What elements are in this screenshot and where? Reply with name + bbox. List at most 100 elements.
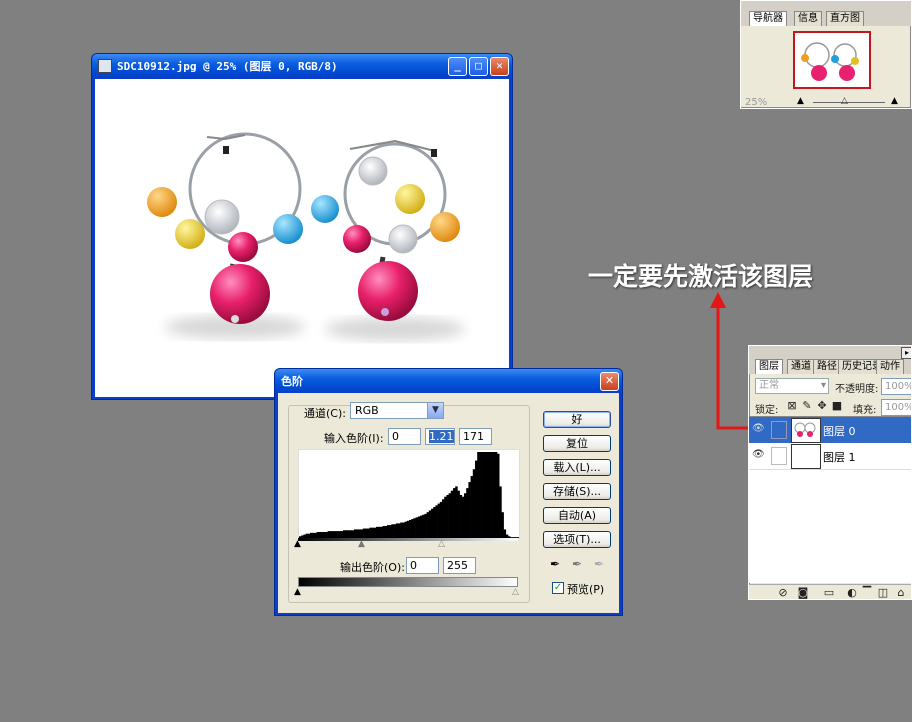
photoshop-doc-icon — [98, 59, 112, 73]
fill-label: 填充: — [853, 405, 877, 416]
histogram-bar — [466, 488, 469, 538]
link-layers-icon[interactable]: ⊘ — [777, 587, 789, 599]
input-slider-track[interactable] — [298, 538, 518, 541]
document-canvas[interactable] — [95, 79, 509, 397]
layer-thumbnail — [791, 444, 821, 469]
navigator-zoom-out-icon[interactable]: ▲ — [797, 96, 804, 106]
output-gradient[interactable] — [298, 577, 518, 587]
panel-menu-icon[interactable]: ▸ — [901, 347, 911, 359]
input-white-slider[interactable]: △ — [438, 539, 445, 549]
trash-icon[interactable]: ⌂ — [895, 587, 907, 599]
histogram-bar — [409, 519, 412, 538]
histogram-bar — [503, 529, 507, 538]
histogram-bar — [479, 452, 482, 538]
minimize-button[interactable]: _ — [448, 56, 467, 76]
histogram-bar — [343, 530, 346, 538]
channel-select[interactable]: RGB ▼ — [350, 402, 444, 419]
histogram-bar — [404, 521, 408, 538]
annotation-text: 一定要先激活该图层 — [588, 262, 814, 291]
input-black-slider[interactable]: ▲ — [294, 539, 301, 549]
input-levels-label: 输入色阶(I): — [324, 432, 384, 445]
lock-move-icon[interactable]: ✥ — [816, 400, 828, 412]
save-button[interactable]: 存储(S)... — [543, 483, 611, 500]
histogram-bar — [411, 519, 414, 538]
input-gamma-value: 1.21 — [429, 430, 454, 443]
layer-mask-icon[interactable]: ▭ — [823, 587, 835, 599]
tab-actions[interactable]: 动作 — [876, 359, 904, 374]
histogram-bar — [362, 528, 366, 538]
navigator-zoom-slider[interactable] — [813, 102, 885, 103]
new-group-icon[interactable]: ▔ — [861, 587, 873, 599]
blend-mode-value: 正常 — [759, 380, 779, 391]
histogram-bar — [424, 513, 427, 538]
output-black-slider[interactable]: ▲ — [294, 587, 301, 597]
histogram-bar — [477, 452, 480, 538]
lock-all-icon[interactable]: ■ — [831, 400, 843, 412]
earrings-photo — [147, 132, 465, 341]
white-eyedropper-icon[interactable]: ✒ — [594, 557, 608, 571]
histogram-bar — [472, 469, 476, 538]
histogram-bar — [420, 515, 423, 538]
blend-mode-select[interactable]: 正常 ▾ — [755, 378, 829, 394]
histogram-bar — [413, 518, 416, 538]
ok-button[interactable]: 好 — [543, 411, 611, 428]
histogram-bar — [338, 531, 342, 538]
options-button[interactable]: 选项(T)... — [543, 531, 611, 548]
histogram-bar — [358, 529, 361, 538]
layers-panel: 图层 通道 路径 历史记录 动作 ▸ 正常 ▾ 不透明度: 100% 锁定: ⊠… — [748, 345, 912, 600]
document-titlebar[interactable]: SDC10912.jpg @ 25% (图层 0, RGB/8) _ □ ✕ — [92, 54, 512, 78]
visibility-eye-icon[interactable]: 👁 — [752, 449, 768, 463]
reset-button[interactable]: 复位 — [543, 435, 611, 452]
maximize-button[interactable]: □ — [469, 56, 488, 76]
layer-link-icon[interactable] — [771, 447, 787, 465]
chevron-down-icon[interactable]: ▼ — [427, 403, 443, 418]
tab-paths[interactable]: 路径 — [813, 359, 841, 374]
preview-checkbox[interactable]: ✓ — [552, 582, 564, 594]
lock-paint-icon[interactable]: ✎ — [801, 400, 813, 412]
layer-row-0[interactable]: 👁 图层 0 — [749, 417, 911, 443]
tab-histogram[interactable]: 直方图 — [826, 11, 864, 26]
layer-link-icon[interactable] — [771, 421, 787, 439]
opacity-field[interactable]: 100% — [881, 378, 911, 395]
histogram-bar — [446, 495, 449, 538]
channel-label: 通道(C): — [304, 407, 346, 420]
navigator-zoom-in-icon[interactable]: ▲ — [891, 96, 898, 106]
output-white-field[interactable]: 255 — [443, 557, 476, 574]
histogram-bar — [345, 530, 348, 538]
layers-tab-strip: 图层 通道 路径 历史记录 动作 ▸ — [749, 346, 911, 374]
visibility-eye-icon[interactable]: 👁 — [752, 423, 768, 437]
input-white-field[interactable]: 171 — [459, 428, 492, 445]
tab-info[interactable]: 信息 — [794, 11, 822, 26]
adjustment-layer-icon[interactable]: ◐ — [846, 587, 858, 599]
document-window: SDC10912.jpg @ 25% (图层 0, RGB/8) _ □ ✕ — [91, 53, 513, 400]
close-button[interactable]: ✕ — [600, 371, 619, 391]
black-eyedropper-icon[interactable]: ✒ — [550, 557, 564, 571]
layer-row-1[interactable]: 👁 图层 1 — [749, 443, 911, 470]
navigator-slider-thumb[interactable]: △ — [841, 96, 848, 106]
histogram-bar — [464, 493, 467, 538]
close-button[interactable]: ✕ — [490, 56, 509, 76]
navigator-proxy-frame[interactable] — [793, 31, 871, 89]
tab-navigator[interactable]: 导航器 — [749, 11, 787, 26]
output-levels-label: 输出色阶(O): — [340, 561, 405, 574]
fill-field[interactable]: 100% — [881, 399, 911, 416]
output-white-slider[interactable]: △ — [512, 587, 519, 597]
input-black-field[interactable]: 0 — [388, 428, 421, 445]
layer-list: 👁 图层 0 👁 图层 1 — [749, 416, 911, 583]
layer-style-icon[interactable]: ◙ — [797, 587, 809, 599]
input-gamma-slider[interactable]: ▲ — [358, 539, 365, 549]
navigator-zoom-field[interactable]: 25% — [745, 97, 767, 108]
histogram-bar — [457, 490, 460, 538]
new-layer-icon[interactable]: ◫ — [877, 587, 889, 599]
input-gamma-field[interactable]: 1.21 — [425, 428, 455, 445]
levels-titlebar[interactable]: 色阶 ✕ — [275, 369, 622, 393]
histogram-bar — [367, 528, 370, 538]
histogram-bar — [444, 496, 447, 538]
load-button[interactable]: 载入(L)... — [543, 459, 611, 476]
tab-layers[interactable]: 图层 — [755, 359, 783, 374]
auto-button[interactable]: 自动(A) — [543, 507, 611, 524]
lock-transparency-icon[interactable]: ⊠ — [786, 400, 798, 412]
tab-channels[interactable]: 通道 — [787, 359, 815, 374]
gray-eyedropper-icon[interactable]: ✒ — [572, 557, 586, 571]
output-black-field[interactable]: 0 — [406, 557, 439, 574]
